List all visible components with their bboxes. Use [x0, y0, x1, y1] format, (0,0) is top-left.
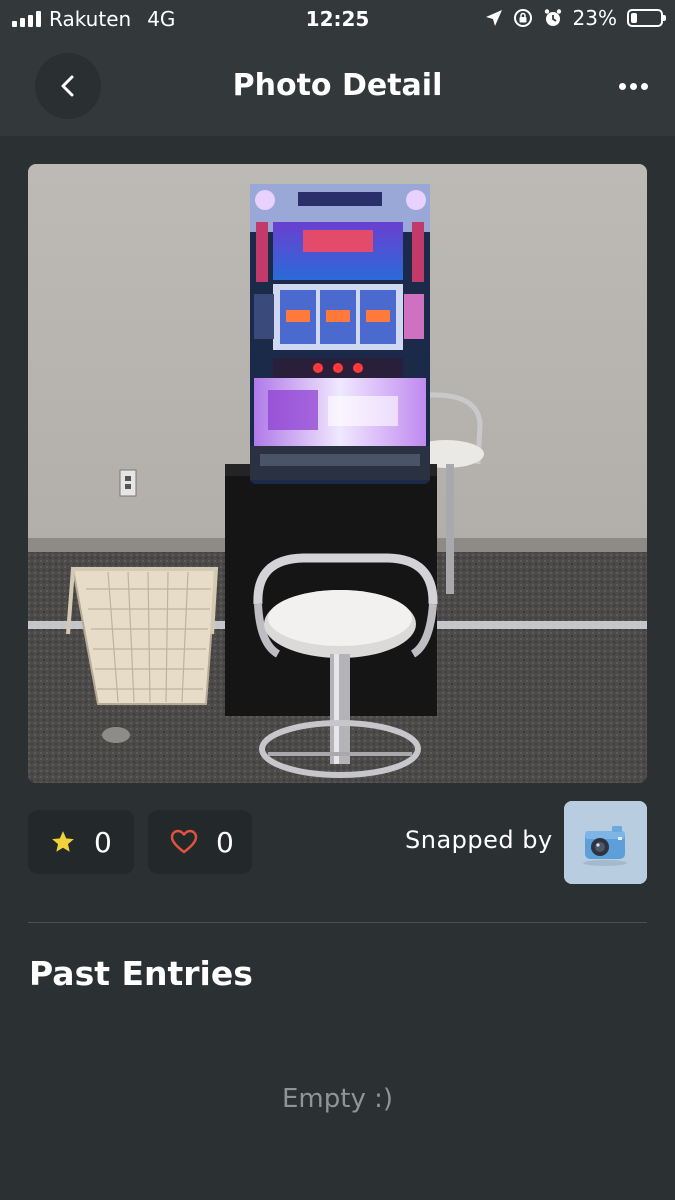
more-dot: [640, 82, 648, 90]
status-bar: Rakuten 4G 12:25 23%: [0, 0, 675, 38]
orientation-lock-icon: [513, 9, 532, 27]
status-right: 23%: [485, 6, 666, 30]
location-arrow-icon: [485, 10, 502, 26]
more-options-button[interactable]: [613, 68, 653, 104]
heart-icon: [170, 829, 198, 854]
battery-percent: 23%: [572, 6, 617, 30]
photo-detail-screen: Rakuten 4G 12:25 23% Photo Detail 0 0 Sn…: [0, 0, 675, 1200]
divider: [28, 922, 647, 923]
star-button[interactable]: 0: [28, 810, 134, 874]
battery-level: [631, 13, 638, 23]
nav-bar: Photo Detail: [0, 38, 675, 136]
heart-button[interactable]: 0: [148, 810, 252, 874]
photo-image[interactable]: [28, 164, 647, 783]
avatar[interactable]: [564, 801, 647, 884]
more-dot: [629, 82, 637, 90]
camera-icon: [564, 801, 647, 884]
alarm-icon: [544, 9, 561, 26]
page-title: Photo Detail: [232, 68, 443, 103]
more-dot: [618, 82, 626, 90]
empty-state-text: Empty :): [281, 1084, 393, 1114]
battery-icon: [627, 9, 666, 27]
heart-count: 0: [216, 825, 234, 859]
snapped-by-label: Snapped by: [405, 826, 553, 854]
star-count: 0: [94, 825, 112, 859]
past-entries-title: Past Entries: [29, 954, 253, 993]
photo-illustration: [28, 164, 647, 783]
star-icon: [52, 831, 74, 852]
